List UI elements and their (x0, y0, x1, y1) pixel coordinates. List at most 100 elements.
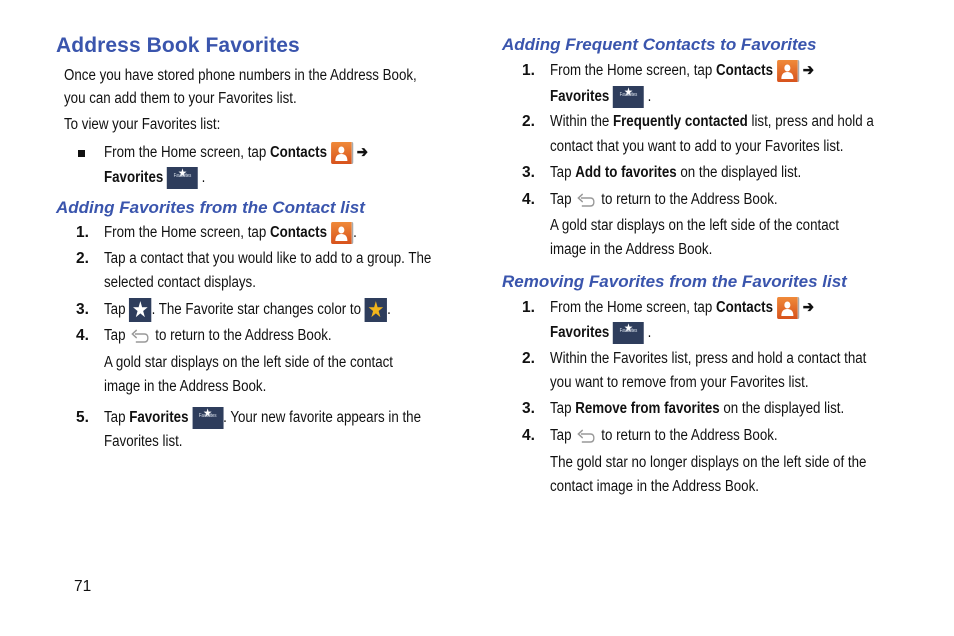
remove-step-3: Tap Remove from favorites on the display… (550, 397, 844, 421)
period: . (647, 88, 652, 105)
frequent-step-2: Within the Frequently contacted list, pr… (550, 110, 874, 134)
frequent-step-1: From the Home screen, tap Contacts ➔ (550, 59, 814, 83)
text: . The Favorite star changes color to (151, 301, 365, 319)
contacts-label: Contacts (269, 144, 327, 161)
favorites-label: Favorites (129, 409, 189, 426)
text: From the Home screen, tap (104, 144, 270, 161)
section-frequent-title: Adding Frequent Contacts to Favorites (502, 35, 817, 54)
bullet-marker (78, 150, 85, 157)
period: . (647, 324, 652, 341)
step-number: 4. (522, 427, 535, 444)
text: to return to the Address Book. (597, 191, 778, 208)
period: . (201, 169, 206, 186)
back-icon (129, 328, 151, 344)
text: list, press and hold a (747, 113, 874, 130)
text: on the displayed list. (719, 400, 845, 417)
remove-step-4: Tap to return to the Address Book. (550, 424, 778, 448)
page-title: Address Book Favorites (56, 34, 300, 57)
text: Tap (104, 301, 130, 319)
contacts-label: Contacts (715, 62, 773, 79)
frequent-step-4-note-1: A gold star displays on the left side of… (550, 217, 840, 234)
text: Tap (104, 327, 130, 344)
text: Within the (550, 113, 613, 130)
step-number: 4. (76, 327, 89, 344)
back-icon (575, 428, 597, 444)
text: on the displayed list. (676, 164, 802, 181)
period: . (387, 301, 391, 319)
bold-term: Add to favorites (575, 164, 677, 181)
frequent-step-3: Tap Add to favorites on the displayed li… (550, 161, 801, 185)
text: Tap (550, 164, 576, 181)
favorites-icon: ★ Favorites (612, 321, 644, 344)
favorites-icon-label: Favorites (619, 91, 638, 98)
contact-step-4-note-1: A gold star displays on the left side of… (104, 354, 394, 371)
intro-line-2: you can add them to your Favorites list. (64, 90, 297, 107)
arrow-icon: ➔ (802, 299, 814, 316)
step-number: 2. (76, 250, 89, 267)
contact-step-5-line-2: Favorites list. (104, 433, 183, 450)
step-number: 2. (522, 350, 535, 367)
step-number: 3. (76, 301, 89, 318)
favorites-label: Favorites (550, 88, 610, 105)
remove-step-4-note-1: The gold star no longer displays on the … (550, 454, 867, 471)
favorites-label: Favorites (104, 169, 164, 186)
favorites-icon: ★ Favorites (612, 85, 644, 108)
contact-step-4: Tap to return to the Address Book. (104, 324, 332, 348)
step-number: 1. (522, 62, 535, 79)
bold-term: Remove from favorites (575, 400, 720, 417)
contacts-icon (776, 59, 800, 82)
favorites-icon-label: Favorites (198, 412, 217, 419)
contact-step-5: Tap Favorites ★ Favorites. Your new favor… (104, 406, 421, 430)
arrow-icon: ➔ (356, 144, 368, 161)
favorites-icon-label: Favorites (619, 327, 638, 334)
contacts-icon (330, 221, 354, 244)
page-number: 71 (74, 578, 92, 595)
text: . Your new favorite appears in the (223, 409, 422, 426)
gold-star-icon: ★ (364, 298, 388, 322)
contact-step-2-line-1: Tap a contact that you would like to add… (104, 250, 432, 267)
contacts-icon (776, 296, 800, 319)
step-number: 3. (522, 400, 535, 417)
contacts-icon (330, 141, 354, 164)
text: Tap (550, 400, 576, 417)
frequent-step-2-line-2: contact that you want to add to your Fav… (550, 138, 844, 155)
step-number: 5. (76, 409, 89, 426)
step-number: 1. (76, 224, 89, 241)
text: From the Home screen, tap (550, 62, 716, 79)
text: Tap (550, 191, 576, 208)
period: . (353, 224, 357, 241)
contacts-label: Contacts (269, 224, 327, 241)
step-number: 2. (522, 113, 535, 130)
step-number: 4. (522, 191, 535, 208)
frequent-step-4: Tap to return to the Address Book. (550, 188, 778, 212)
contacts-label: Contacts (715, 299, 773, 316)
step-number: 3. (522, 164, 535, 181)
back-icon (575, 192, 597, 208)
text: From the Home screen, tap (550, 299, 716, 316)
text: Tap (550, 427, 576, 444)
white-star-icon: ★ (129, 298, 152, 322)
contact-step-2-line-2: selected contact displays. (104, 274, 256, 291)
text: From the Home screen, tap (104, 224, 270, 241)
frequent-step-1-line-2: Favorites ★ Favorites . (550, 85, 651, 109)
frequent-step-4-note-2: image in the Address Book. (550, 241, 713, 258)
arrow-icon: ➔ (802, 62, 814, 79)
favorites-icon: ★ Favorites (192, 406, 224, 429)
text: to return to the Address Book. (597, 427, 778, 444)
intro-line-1: Once you have stored phone numbers in th… (64, 67, 417, 84)
text: to return to the Address Book. (151, 327, 332, 344)
remove-step-2-line-2: you want to remove from your Favorites l… (550, 374, 809, 391)
section-contact-title: Adding Favorites from the Contact list (56, 198, 365, 217)
favorites-icon-label: Favorites (173, 172, 192, 179)
favorites-icon: ★ Favorites (166, 166, 198, 189)
bullet-line-2: Favorites ★ Favorites . (104, 166, 205, 190)
section-remove-title: Removing Favorites from the Favorites li… (502, 272, 847, 291)
remove-step-4-note-2: contact image in the Address Book. (550, 478, 759, 495)
text: Tap (104, 409, 130, 426)
remove-step-1-line-2: Favorites ★ Favorites . (550, 321, 651, 345)
contact-step-3: Tap ★. The Favorite star changes color t… (104, 298, 391, 322)
contact-step-4-note-2: image in the Address Book. (104, 378, 267, 395)
step-number: 1. (522, 299, 535, 316)
bold-term: Frequently contacted (612, 113, 748, 130)
contact-step-1: From the Home screen, tap Contacts . (104, 221, 357, 245)
